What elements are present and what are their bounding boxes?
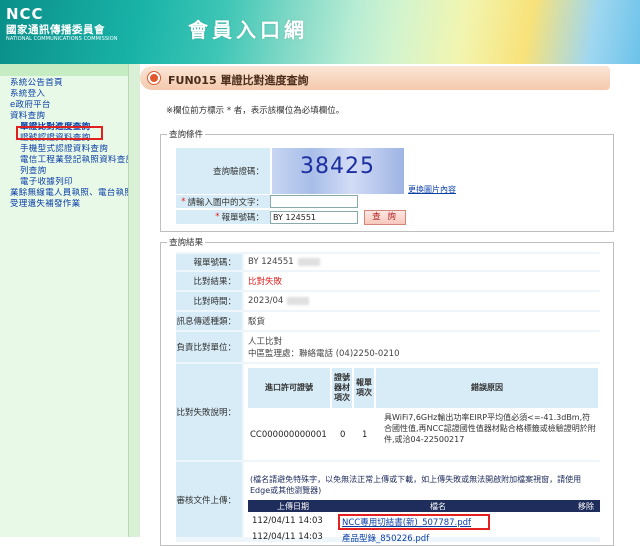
captcha-text: 38425: [300, 154, 375, 179]
result-label-declaration: 報單號碼：: [176, 254, 242, 270]
captcha-input[interactable]: [270, 195, 358, 208]
result-label-unit: 負責比對單位：: [176, 332, 242, 362]
site-title: 會員入口網: [188, 18, 308, 42]
result-value-unit: 人工比對 中區監理處：聯絡電話 (04)2250-0210: [244, 332, 600, 362]
sidebar-tree: 系統公告首頁 系統登入 e政府平台 資料查詢 單證比對進度查詢 證號認證資料查詢…: [0, 78, 128, 210]
sidebar-item-home[interactable]: 系統公告首頁: [0, 78, 128, 89]
required-note: ※欄位前方標示 * 者，表示該欄位為必填欄位。: [166, 106, 345, 116]
fail-header-permit: 進口許可證號: [248, 368, 330, 408]
fail-header-decl-item: 報單項次: [354, 368, 374, 408]
upload-file-date: 112/04/11 14:03: [252, 516, 323, 526]
sidebar-item-list-query[interactable]: 列查詢: [0, 166, 128, 177]
logo-chinese: 國家通訊傳播委員會: [6, 24, 105, 36]
query-legend: 查詢條件: [169, 130, 204, 140]
fail-cell-item: 0: [340, 430, 346, 440]
upload-header-remove: 移除: [578, 501, 594, 511]
upload-label: 審核文件上傳：: [176, 462, 242, 537]
sidebar-item-query[interactable]: 資料查詢: [0, 111, 128, 122]
title-bullet-icon: [148, 72, 160, 84]
declaration-input[interactable]: BY 124551: [270, 211, 358, 224]
fail-header-reason: 錯誤原因: [376, 368, 598, 408]
upload-header-date: 上傳日期: [277, 501, 309, 511]
result-value-message-type: 駁貨: [244, 312, 600, 330]
sidebar-item-receipt-print[interactable]: 電子收據列印: [0, 177, 128, 188]
fail-cell-permit: CC000000000001: [250, 430, 327, 440]
site-header: NCC 國家通訊傳播委員會 NATIONAL COMMUNICATIONS CO…: [0, 0, 640, 64]
result-label-time: 比對時間：: [176, 292, 242, 310]
query-button[interactable]: 查 詢: [364, 210, 406, 225]
fail-label: 比對失敗說明：: [176, 364, 242, 460]
file-highlight-box: [338, 514, 490, 530]
sidebar-item-phone-cert-query[interactable]: 手機型式認證資料查詢: [0, 144, 128, 155]
upload-file-link-2[interactable]: 產品型錄_850226.pdf: [342, 532, 429, 544]
logo[interactable]: NCC: [6, 5, 44, 23]
fail-cell-decl-item: 1: [362, 430, 368, 440]
fail-cell-reason: 具WiFi7,6GHz輸出功率EIRP平均值必須<=-41.3dBm,符合國性值…: [384, 413, 596, 444]
captcha-label: 查詢驗證碼：: [176, 148, 270, 194]
refresh-captcha-link[interactable]: 更換圖片內容: [408, 184, 456, 195]
result-label-status: 比對結果：: [176, 272, 242, 290]
logo-english: NATIONAL COMMUNICATIONS COMMISSION: [6, 36, 118, 42]
sidebar-item-telecom-license-query[interactable]: 電信工程業登記執照資料查詢: [0, 155, 128, 166]
sidebar-divider: [128, 64, 140, 537]
declaration-label: * 報單號碼：: [176, 210, 270, 224]
upload-file-date-2: 112/04/11 14:03: [252, 532, 323, 542]
sidebar-item-egov[interactable]: e政府平台: [0, 100, 128, 111]
captcha-input-label: * 請輸入圖中的文字：: [176, 195, 270, 208]
sidebar-item-login[interactable]: 系統登入: [0, 89, 128, 100]
result-value-time: 2023/04: [244, 292, 600, 310]
result-legend: 查詢結果: [169, 238, 204, 248]
fail-header-item: 證號器材項次: [332, 368, 352, 408]
upload-note: (檔名請避免特殊字，以免無法正常上傳或下載，如上傳失敗或無法開啟附加檔案視窗，請…: [250, 475, 582, 495]
upload-table-header: 上傳日期 檔名 移除: [248, 500, 600, 512]
result-value-declaration: BY 124551: [244, 254, 600, 270]
page-title: FUN015 單證比對進度查詢: [168, 74, 309, 87]
sidebar-strip: [0, 64, 128, 76]
result-value-status: 比對失敗: [244, 272, 600, 290]
sidebar-item-amateur-radio[interactable]: 業餘無線電人員執照、電台執照期滿換發作業: [0, 188, 128, 199]
upload-header-filename: 檔名: [430, 501, 446, 511]
highlight-box: [16, 126, 103, 140]
result-label-message-type: 訊息傳遞種類：: [176, 312, 242, 330]
sidebar-item-lost-reissue[interactable]: 受理遺失補發作業: [0, 199, 128, 210]
